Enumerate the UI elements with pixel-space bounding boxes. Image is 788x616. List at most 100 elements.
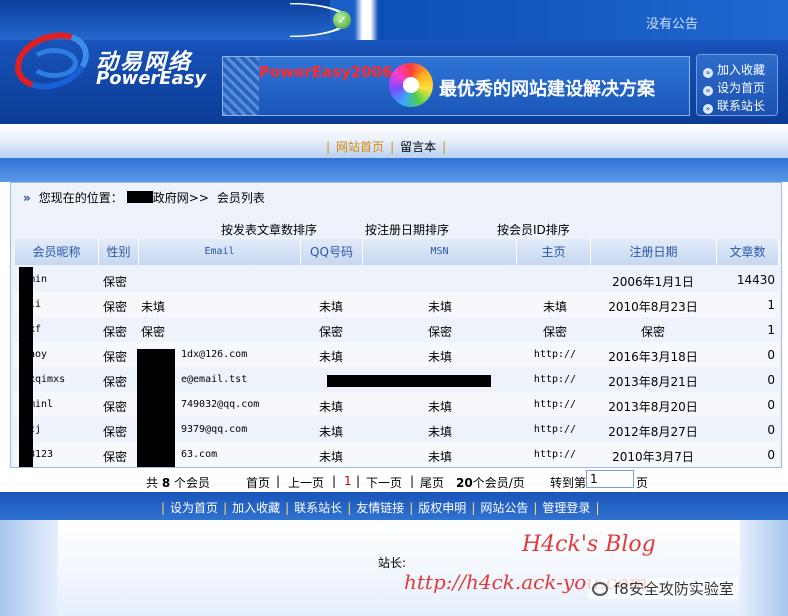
- nav-home-link[interactable]: 网站首页: [336, 140, 384, 154]
- member-msn: 未填: [427, 300, 452, 314]
- member-homepage[interactable]: http://: [519, 424, 591, 435]
- member-email: 1dx@126.com: [181, 349, 248, 360]
- site-footer: 站长: H4ck's Blog http://h4ck.ack-you.com …: [0, 520, 788, 616]
- top-bar: ✓ 没有公告: [0, 0, 788, 40]
- member-email: 未填: [141, 300, 166, 314]
- arrow-circle-icon: »: [703, 68, 713, 78]
- table-row: minl 保密 749032@qq.com 未填 未填 http:// 2013…: [15, 392, 779, 417]
- footer-set-homepage-link[interactable]: 设为首页: [170, 501, 218, 515]
- member-email: 9379@qq.com: [181, 424, 248, 435]
- set-homepage-link[interactable]: » 设为首页: [703, 79, 765, 96]
- member-gender: 保密: [103, 350, 128, 364]
- member-homepage[interactable]: http://: [519, 374, 591, 385]
- member-article-count: 1: [767, 323, 775, 337]
- member-article-count: 0: [767, 448, 775, 462]
- member-email: 749032@qq.com: [181, 399, 260, 410]
- member-email: 保密: [141, 325, 166, 339]
- check-circle-icon: ✓: [333, 11, 351, 29]
- banner[interactable]: PowerEasy2006 最优秀的网站建设解决方案: [222, 56, 690, 116]
- main-nav: | 网站首页 | 留言本 |: [0, 124, 788, 158]
- contact-admin-link[interactable]: » 联系站长: [703, 97, 765, 114]
- quick-links-box: » 加入收藏 » 设为首页 » 联系站长: [696, 54, 778, 116]
- member-gender: 保密: [103, 300, 128, 314]
- footer-nav: | 设为首页 | 加入收藏 | 联系站长 | 友情链接 | 版权申明 | 网站公告 | 管理登录 |: [0, 492, 788, 520]
- arrow-circle-icon: »: [703, 86, 713, 96]
- member-email: 63.com: [181, 449, 218, 460]
- member-homepage[interactable]: http://: [519, 449, 591, 460]
- sort-bar: 按发表文章数排序 按注册日期排序 按会员ID排序: [11, 217, 781, 239]
- breadcrumb-current: 会员列表: [216, 191, 265, 205]
- prev-page-link[interactable]: 上一页: [288, 474, 324, 491]
- footer-contact-admin-link[interactable]: 联系站长: [294, 501, 342, 515]
- col-qq: QQ号码: [301, 239, 363, 265]
- member-regdate: 2012年8月27日: [608, 425, 698, 439]
- redaction-block: [327, 375, 491, 387]
- jump-suffix: 页: [636, 476, 649, 490]
- add-favorite-link[interactable]: » 加入收藏: [703, 61, 765, 78]
- pagination-bar: 共 8 个会员 首页 | 上一页 | 1 | 下一页 | 尾页 20个会员/页 …: [0, 468, 788, 492]
- member-article-count: 0: [767, 423, 775, 437]
- col-msn: MSN: [363, 239, 517, 265]
- table-header: 会员昵称 性别 Email QQ号码 MSN 主页 注册日期 文章数: [15, 239, 779, 265]
- member-msn: 保密: [427, 325, 452, 339]
- footer-admin-login-link[interactable]: 管理登录: [542, 501, 590, 515]
- member-qq: 未填: [318, 350, 343, 364]
- member-list-panel: » 您现在的位置： 政府网>> 会员列表 按发表文章数排序 按注册日期排序 按会员ID…: [10, 182, 782, 468]
- current-page: 1: [344, 474, 352, 488]
- footer-friend-links-link[interactable]: 友情链接: [356, 501, 404, 515]
- first-page-link[interactable]: 首页: [246, 474, 270, 491]
- member-regdate: 2013年8月20日: [608, 400, 698, 414]
- last-page-link[interactable]: 尾页: [420, 474, 444, 491]
- sort-by-regdate-link[interactable]: 按注册日期排序: [365, 221, 449, 238]
- member-msn: 未填: [427, 350, 452, 364]
- col-email: Email: [139, 239, 301, 265]
- announcement-text[interactable]: 没有公告: [646, 13, 698, 32]
- member-homepage[interactable]: http://: [519, 349, 591, 360]
- col-articles: 文章数: [717, 239, 779, 265]
- member-article-count: 1: [767, 298, 775, 312]
- member-homepage: 保密: [542, 325, 567, 339]
- logo-text-en[interactable]: PowerEasy: [96, 68, 206, 89]
- member-total: 共 8 个会员: [146, 476, 211, 490]
- col-homepage: 主页: [517, 239, 591, 265]
- member-gender: 保密: [103, 425, 128, 439]
- member-qq: 未填: [318, 425, 343, 439]
- member-gender: 保密: [103, 450, 128, 464]
- webmaster-label: 站长:: [378, 556, 407, 570]
- footer-left-decor: [0, 520, 58, 616]
- redaction-block: [19, 267, 33, 467]
- double-arrow-icon: »: [23, 191, 31, 205]
- next-page-link[interactable]: 下一页: [366, 474, 402, 491]
- footer-add-favorite-link[interactable]: 加入收藏: [232, 501, 280, 515]
- member-qq: 未填: [318, 300, 343, 314]
- watermark-blog-title: H4ck's Blog: [522, 532, 656, 557]
- jump-label: 转到第: [550, 476, 587, 490]
- per-page-info: 20个会员/页: [456, 476, 525, 490]
- breadcrumb-site-link[interactable]: 政府网>>: [153, 191, 209, 205]
- banner-slogan: 最优秀的网站建设解决方案: [439, 79, 655, 100]
- member-gender: 保密: [103, 400, 128, 414]
- member-homepage[interactable]: http://: [519, 399, 591, 410]
- member-qq: 未填: [318, 450, 343, 464]
- footer-copyright-link[interactable]: 版权申明: [418, 501, 466, 515]
- member-regdate: 2010年8月23日: [608, 300, 698, 314]
- sort-by-articles-link[interactable]: 按发表文章数排序: [221, 221, 317, 238]
- member-article-count: 0: [767, 398, 775, 412]
- banner-flower-icon: [389, 63, 433, 107]
- breadcrumb: » 您现在的位置： 政府网>> 会员列表: [23, 189, 265, 205]
- member-msn: 未填: [427, 450, 452, 464]
- member-homepage: 未填: [542, 300, 567, 314]
- footer-announcement-link[interactable]: 网站公告: [480, 501, 528, 515]
- nav-guestbook-link[interactable]: 留言本: [400, 140, 436, 154]
- banner-product: PowerEasy2006: [259, 63, 393, 81]
- jump-page-input[interactable]: [586, 470, 634, 488]
- member-msn: 未填: [427, 425, 452, 439]
- footer-right-decor: [740, 520, 788, 616]
- member-article-count: 14430: [736, 273, 775, 287]
- col-nickname: 会员昵称: [15, 239, 99, 265]
- member-name-link[interactable]: xqimxs: [29, 374, 65, 385]
- arrow-circle-icon: »: [703, 104, 713, 114]
- member-qq: 未填: [318, 400, 343, 414]
- member-gender: 保密: [103, 325, 128, 339]
- sort-by-id-link[interactable]: 按会员ID排序: [497, 221, 570, 238]
